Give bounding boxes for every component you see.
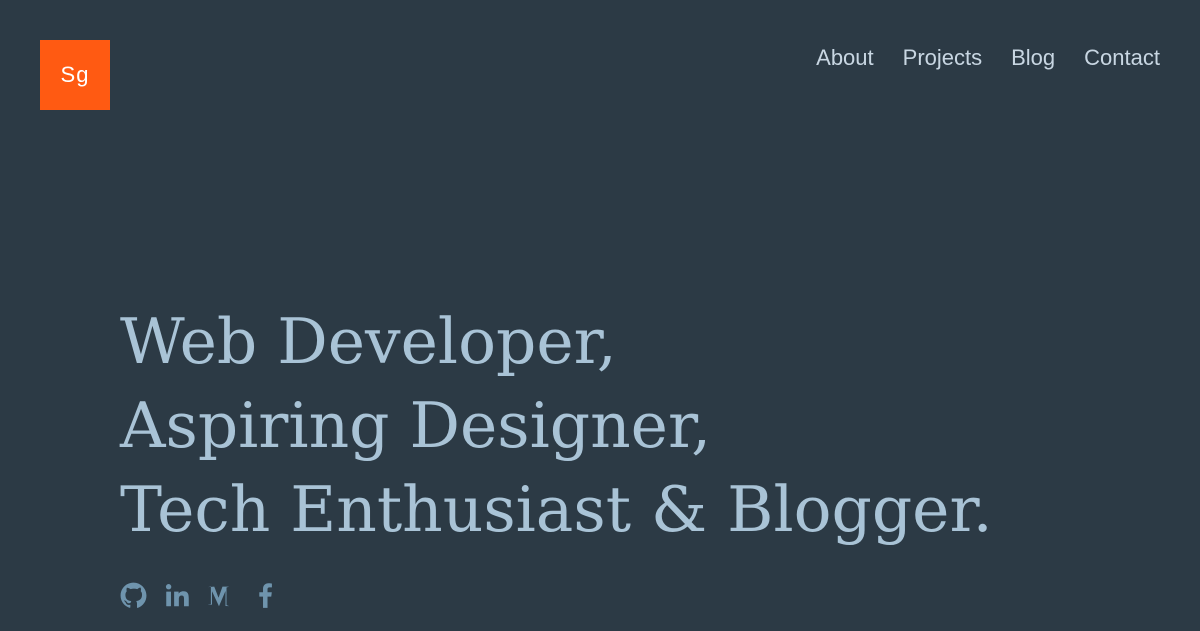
nav-contact[interactable]: Contact — [1084, 44, 1160, 72]
main-nav: About Projects Blog Contact — [816, 44, 1160, 72]
nav-blog[interactable]: Blog — [1011, 44, 1055, 72]
hero-heading: Web Developer, Aspiring Designer, Tech E… — [120, 300, 993, 552]
facebook-link[interactable] — [250, 578, 280, 612]
linkedin-icon — [165, 583, 189, 606]
medium-icon — [207, 586, 230, 606]
github-icon — [120, 582, 146, 608]
hero-line-3: Tech Enthusiast & Blogger. — [120, 473, 993, 546]
hero-line-2: Aspiring Designer, — [120, 389, 712, 462]
nav-projects[interactable]: Projects — [903, 44, 982, 72]
github-link[interactable] — [118, 578, 148, 612]
hero-line-1: Web Developer, — [120, 305, 617, 378]
medium-link[interactable] — [206, 578, 236, 612]
facebook-icon — [258, 582, 272, 608]
nav-about[interactable]: About — [816, 44, 874, 72]
logo[interactable]: Sg — [40, 40, 110, 110]
linkedin-link[interactable] — [162, 578, 192, 612]
social-links — [118, 578, 280, 612]
